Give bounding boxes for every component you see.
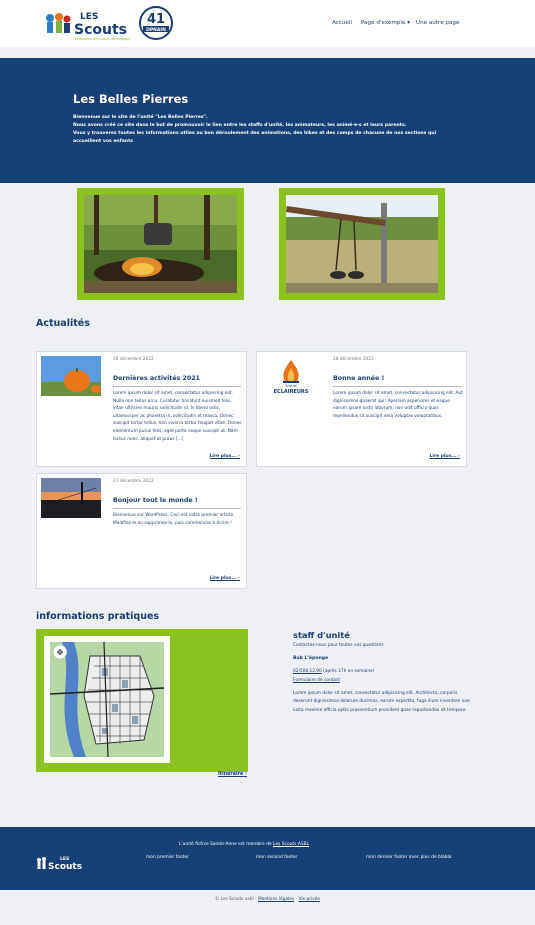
staff-subtitle: Contactez-nous pour toutes vos questions bbox=[293, 643, 384, 648]
sunset-photo bbox=[41, 478, 101, 518]
staff-phone: 02/508.12.00 (après 17h en semaine) bbox=[293, 669, 374, 674]
news-title[interactable]: Bonne année ! bbox=[333, 375, 384, 382]
site-footer: L'unité fictive Sainte-Anne est membre d… bbox=[0, 827, 535, 890]
staff-title: staff d'unité bbox=[293, 630, 350, 640]
news-card[interactable]: 27 décembre 2022 Bonjour tout le monde !… bbox=[36, 473, 247, 589]
hero-intro-line: Vous y trouverez toutes les informations… bbox=[73, 131, 437, 144]
scouts-logo[interactable]: LES Scouts Fédération des Scouts de Belg… bbox=[42, 6, 134, 42]
itinerary-link[interactable]: Itinéraire › bbox=[218, 772, 247, 777]
nav-autre-page[interactable]: Une autre page bbox=[416, 20, 459, 26]
news-card[interactable]: Scouts ECLAIREURS 28 décembre 2022 Bonne… bbox=[256, 351, 467, 467]
staff-description: Lorem ipsum dolor sit amet, consectetur … bbox=[293, 691, 470, 713]
contact-form-link[interactable]: Formulaire de contact bbox=[293, 678, 340, 683]
news-card[interactable]: 28 décembre 2022 Dernières activités 202… bbox=[36, 351, 247, 467]
svg-text:DPNAIN: DPNAIN bbox=[146, 27, 166, 33]
staff-name: Bob L'éponge bbox=[293, 656, 329, 661]
map-frame: ✥ bbox=[36, 629, 248, 772]
news-title[interactable]: Bonjour tout le monde ! bbox=[113, 497, 198, 504]
hero-intro-line: Nous avons créé ce site dans le but de p… bbox=[73, 123, 407, 128]
footer-col-2: mon second footer bbox=[256, 855, 298, 860]
photo-pioneering-frame bbox=[279, 188, 445, 300]
phone-link[interactable]: 02/508.12.00 bbox=[293, 669, 322, 674]
campfire-photo bbox=[84, 195, 237, 293]
news-date: 28 décembre 2022 bbox=[113, 357, 154, 362]
copyright-bar: © Les Scouts asbl - Mentions légales - V… bbox=[214, 897, 321, 902]
hero-intro: Bienvenue sur le site de l'unité "Les Be… bbox=[73, 114, 463, 146]
nav-accueil[interactable]: Accueil bbox=[332, 20, 352, 26]
copyright-text: © Les Scouts asbl - bbox=[214, 897, 257, 902]
svg-text:LES: LES bbox=[80, 12, 98, 22]
pioneering-photo bbox=[286, 195, 438, 293]
phone-hours: (après 17h en semaine) bbox=[323, 669, 375, 674]
news-date: 28 décembre 2022 bbox=[333, 357, 374, 362]
membership-link[interactable]: Les Scouts ASBL bbox=[273, 842, 309, 847]
divider bbox=[333, 386, 461, 387]
svg-text:41: 41 bbox=[147, 12, 165, 27]
divider bbox=[113, 386, 241, 387]
news-excerpt: Bienvenue sur WordPress. Ceci est votre … bbox=[113, 513, 235, 526]
svg-text:Scouts: Scouts bbox=[48, 862, 82, 872]
site-header: LES Scouts Fédération des Scouts de Belg… bbox=[0, 0, 535, 47]
read-more-link[interactable]: Lire plus... › bbox=[210, 454, 240, 459]
eclaireurs-logo: Scouts ECLAIREURS bbox=[261, 356, 321, 396]
hero-title: Les Belles Pierres bbox=[73, 92, 189, 106]
news-date: 27 décembre 2022 bbox=[113, 479, 154, 484]
read-more-link[interactable]: Lire plus... › bbox=[430, 454, 460, 459]
privacy-link[interactable]: Vie privée bbox=[298, 897, 320, 902]
svg-text:ECLAIREURS: ECLAIREURS bbox=[274, 389, 309, 395]
footer-membership: L'unité fictive Sainte-Anne est membre d… bbox=[179, 842, 310, 847]
svg-text:Scouts: Scouts bbox=[74, 22, 127, 38]
pumpkin-photo bbox=[41, 356, 101, 396]
footer-col-3: mon dernier footer avec plus de blabla bbox=[366, 855, 452, 860]
divider bbox=[113, 508, 241, 509]
read-more-link[interactable]: Lire plus... › bbox=[210, 576, 240, 581]
hero-banner: Les Belles Pierres Bienvenue sur le site… bbox=[0, 58, 535, 183]
nav-page-exemple[interactable]: Page d'exemple ▾ bbox=[361, 20, 410, 26]
unit-41-badge[interactable]: 41 DPNAIN bbox=[139, 4, 173, 42]
news-title[interactable]: Dernières activités 2021 bbox=[113, 375, 200, 382]
hero-intro-line: Bienvenue sur le site de l'unité "Les Be… bbox=[73, 115, 208, 120]
footer-col-1: mon premier footer bbox=[146, 855, 189, 860]
photo-campfire-frame bbox=[77, 188, 244, 300]
info-section-title: informations pratiques bbox=[36, 611, 160, 622]
news-excerpt: Lorem ipsum dolor sit amet, consectetur … bbox=[333, 391, 463, 419]
footer-scouts-logo[interactable]: LES Scouts bbox=[36, 854, 89, 872]
scouts-tagline: Fédération des Scouts de Belgique bbox=[75, 37, 130, 41]
svg-text:✥: ✥ bbox=[57, 648, 64, 657]
news-section-title: Actualités bbox=[36, 318, 90, 329]
news-excerpt: Lorem ipsum dolor sit amet, consectetur … bbox=[113, 391, 242, 442]
svg-text:Scouts: Scouts bbox=[285, 384, 297, 388]
map[interactable]: ✥ bbox=[44, 636, 170, 763]
map-image: ✥ bbox=[49, 641, 165, 758]
legal-link[interactable]: Mentions légales bbox=[258, 897, 294, 902]
